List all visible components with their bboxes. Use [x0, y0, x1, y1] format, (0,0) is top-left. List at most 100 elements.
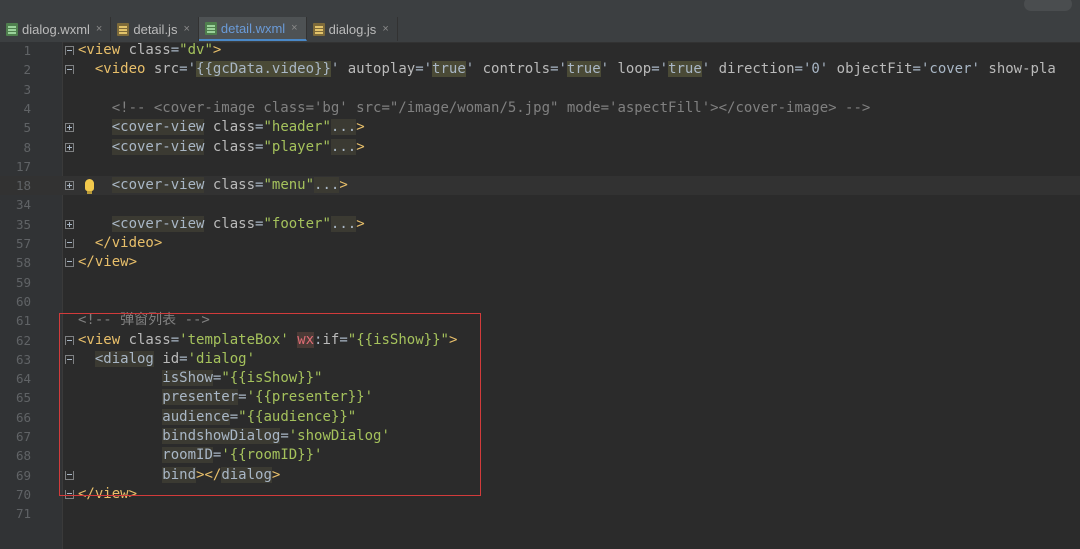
code-text: <view class="dv">: [78, 41, 221, 60]
close-icon[interactable]: ×: [291, 22, 297, 34]
line-number: 57: [15, 236, 31, 251]
code-token: </video>: [94, 235, 163, 251]
code-line[interactable]: 3: [0, 80, 1080, 99]
code-line[interactable]: 59: [0, 273, 1080, 292]
line-number: 65: [15, 390, 31, 406]
code-token: true: [668, 61, 702, 78]
code-token: direction: [718, 61, 795, 78]
code-line[interactable]: 71: [0, 504, 1080, 523]
code-token: "player": [263, 138, 331, 155]
code-token: ...: [330, 215, 357, 232]
line-number: 2: [23, 62, 31, 78]
code-token: src: [153, 61, 180, 78]
fold-expand-icon[interactable]: [65, 142, 74, 152]
code-line[interactable]: 34: [0, 195, 1080, 214]
line-number: 3: [23, 81, 31, 97]
code-text: <cover-view class="menu"...>: [78, 176, 348, 195]
tab-dialog-js[interactable]: dialog.js ×: [307, 17, 398, 41]
js-file-icon: [117, 22, 130, 36]
wxml-file-icon: [6, 22, 18, 36]
code-text: <cover-view class="footer"...>: [78, 215, 365, 234]
code-token: =': [550, 61, 567, 78]
code-token: ...: [330, 138, 357, 155]
fold-expand-icon[interactable]: [65, 181, 74, 191]
code-line[interactable]: 60: [0, 292, 1080, 311]
code-line[interactable]: 58 </view>: [0, 253, 1080, 272]
code-token: </view>: [78, 254, 138, 271]
line-number: 62: [15, 332, 31, 348]
code-token: ='0': [794, 61, 837, 78]
code-token: =': [415, 61, 433, 78]
code-line[interactable]: 8 <cover-view class="player"...>: [0, 138, 1080, 157]
line-number: 8: [23, 139, 31, 155]
tab-label: detail.js: [133, 21, 178, 37]
code-line[interactable]: 1 <view class="dv">: [0, 41, 1080, 60]
close-icon[interactable]: ×: [382, 23, 388, 35]
code-token: <!-- <cover-image class='bg' src="/image…: [111, 99, 871, 116]
fold-collapse-icon[interactable]: [65, 46, 74, 55]
js-file-icon: [312, 22, 325, 36]
code-text: <!-- <cover-image class='bg' src="/image…: [78, 99, 871, 118]
tab-detail-wxml[interactable]: detail.wxml ×: [198, 17, 307, 41]
line-number: 71: [15, 506, 31, 522]
code-line[interactable]: 17: [0, 157, 1080, 176]
code-token: autoplay: [347, 61, 416, 78]
code-token: "header": [263, 119, 331, 136]
code-token: class: [212, 215, 256, 232]
line-number: 69: [15, 467, 31, 483]
fold-expand-icon[interactable]: [65, 123, 74, 133]
code-token: ': [600, 61, 618, 78]
fold-collapse-icon[interactable]: [65, 258, 74, 268]
window-control-button[interactable]: [1024, 0, 1072, 11]
code-token: =': [179, 61, 197, 78]
tab-dialog-wxml[interactable]: dialog.wxml ×: [0, 17, 112, 41]
code-line[interactable]: 5 <cover-view class="header"...>: [0, 118, 1080, 137]
line-number: 67: [15, 429, 31, 444]
code-text: <cover-view class="player"...>: [78, 138, 365, 157]
code-token: class: [212, 177, 256, 194]
tab-label: detail.wxml: [220, 20, 286, 36]
code-token: {{gcData.video}}: [196, 61, 331, 78]
line-number: 60: [15, 293, 31, 309]
code-token: ='cover': [912, 61, 989, 78]
code-token: ...: [330, 119, 357, 136]
fold-collapse-icon[interactable]: [65, 65, 74, 75]
fold-collapse-icon[interactable]: [65, 239, 74, 248]
tab-label: dialog.js: [328, 21, 377, 37]
code-token: "footer": [263, 215, 331, 232]
code-token: class: [128, 42, 171, 58]
code-token: =': [651, 61, 669, 78]
code-token: class: [212, 119, 256, 136]
code-line[interactable]: 57 </video>: [0, 234, 1080, 253]
code-text: </view>: [78, 253, 137, 272]
code-line[interactable]: 35 <cover-view class="footer"...>: [0, 215, 1080, 234]
tabs-row: dialog.wxml × detail.js × detail.wxml × dialog…: [0, 17, 398, 41]
code-token: show-pla: [988, 61, 1056, 78]
code-token: >: [212, 42, 222, 58]
line-number: 66: [15, 409, 31, 425]
close-icon[interactable]: ×: [96, 23, 102, 35]
wxml-file-icon: [204, 21, 217, 35]
code-line[interactable]: 2 <video src='{{gcData.video}}' autoplay…: [0, 60, 1080, 79]
line-number: 59: [15, 274, 31, 290]
close-icon[interactable]: ×: [183, 23, 189, 35]
code-text: <video src='{{gcData.video}}' autoplay='…: [78, 60, 1056, 79]
line-number: 4: [23, 100, 31, 116]
tab-detail-js[interactable]: detail.js ×: [111, 17, 199, 41]
code-line[interactable]: 4 <!-- <cover-image class='bg' src="/ima…: [0, 99, 1080, 118]
code-line[interactable]: 18 <cover-view class="menu"...>: [0, 176, 1080, 196]
line-number: 34: [15, 197, 31, 213]
code-token: >: [356, 215, 365, 232]
editor-tab-bar: dialog.wxml × detail.js × detail.wxml × dialog…: [0, 0, 1080, 43]
line-number: 17: [15, 158, 31, 174]
fold-expand-icon[interactable]: [65, 219, 74, 229]
